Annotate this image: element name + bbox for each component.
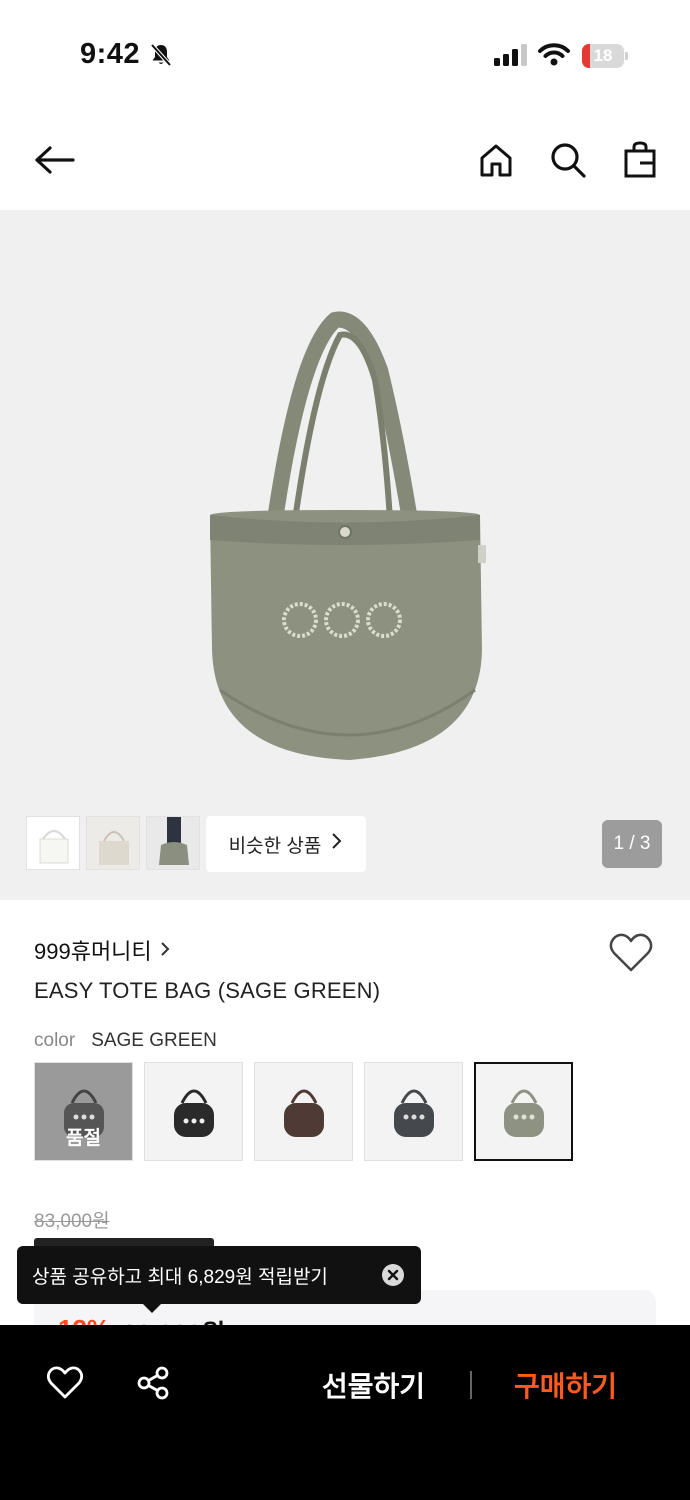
search-icon[interactable]	[544, 136, 592, 184]
color-row: color SAGE GREEN	[34, 1030, 217, 1052]
brand-link[interactable]: 999휴머니티	[34, 934, 170, 966]
battery-icon: 18	[582, 44, 628, 68]
divider	[470, 1371, 472, 1399]
swatch-brown[interactable]	[254, 1062, 353, 1161]
similar-products-label: 비슷한 상품	[228, 835, 322, 857]
status-time: 9:42	[80, 38, 141, 70]
chevron-right-icon	[331, 832, 343, 856]
color-swatches: 품절	[34, 1062, 573, 1161]
original-price: 83,000원	[34, 1211, 110, 1232]
thumbnail-1[interactable]	[26, 816, 80, 870]
swatch-black[interactable]	[144, 1062, 243, 1161]
home-icon[interactable]	[472, 136, 520, 184]
tooltip-text: 상품 공유하고 최대 6,829원 적립받기	[32, 1266, 328, 1288]
gift-button[interactable]: 선물하기	[322, 1365, 425, 1405]
color-label: color	[34, 1030, 76, 1051]
status-bar: 9:42 18	[0, 0, 690, 110]
image-counter: 1 / 3	[602, 820, 662, 868]
share-icon[interactable]	[133, 1363, 173, 1403]
cellular-signal-icon	[494, 44, 528, 71]
heart-icon[interactable]	[608, 932, 654, 979]
bell-slash-icon	[148, 42, 174, 73]
top-nav	[0, 120, 690, 200]
close-icon[interactable]	[382, 1264, 404, 1286]
swatch-sage-green-selected[interactable]	[474, 1062, 573, 1161]
thumbnail-2[interactable]	[86, 816, 140, 870]
shopping-bag-icon[interactable]	[616, 136, 664, 184]
back-arrow-icon[interactable]	[30, 136, 78, 184]
swatch-charcoal-soldout[interactable]: 품절	[34, 1062, 133, 1161]
product-image	[210, 311, 486, 760]
wifi-icon	[538, 42, 570, 71]
bottom-action-bar: 선물하기 구매하기	[0, 1325, 690, 1500]
similar-products-button[interactable]: 비슷한 상품	[206, 816, 366, 872]
share-reward-tooltip: 상품 공유하고 최대 6,829원 적립받기	[17, 1246, 421, 1313]
thumbnail-strip: 비슷한 상품	[26, 816, 366, 872]
battery-level: 18	[593, 46, 613, 65]
wishlist-heart-icon[interactable]	[45, 1363, 85, 1403]
swatch-gray[interactable]	[364, 1062, 463, 1161]
brand-name: 999휴머니티	[34, 939, 152, 964]
soldout-label: 품절	[66, 1128, 101, 1149]
product-image-gallery[interactable]: 비슷한 상품 1 / 3	[0, 210, 690, 900]
thumbnail-3[interactable]	[146, 816, 200, 870]
buy-button[interactable]: 구매하기	[514, 1365, 617, 1405]
color-value: SAGE GREEN	[91, 1030, 217, 1051]
chevron-right-icon	[160, 937, 170, 963]
product-name: EASY TOTE BAG (SAGE GREEN)	[34, 978, 381, 1003]
